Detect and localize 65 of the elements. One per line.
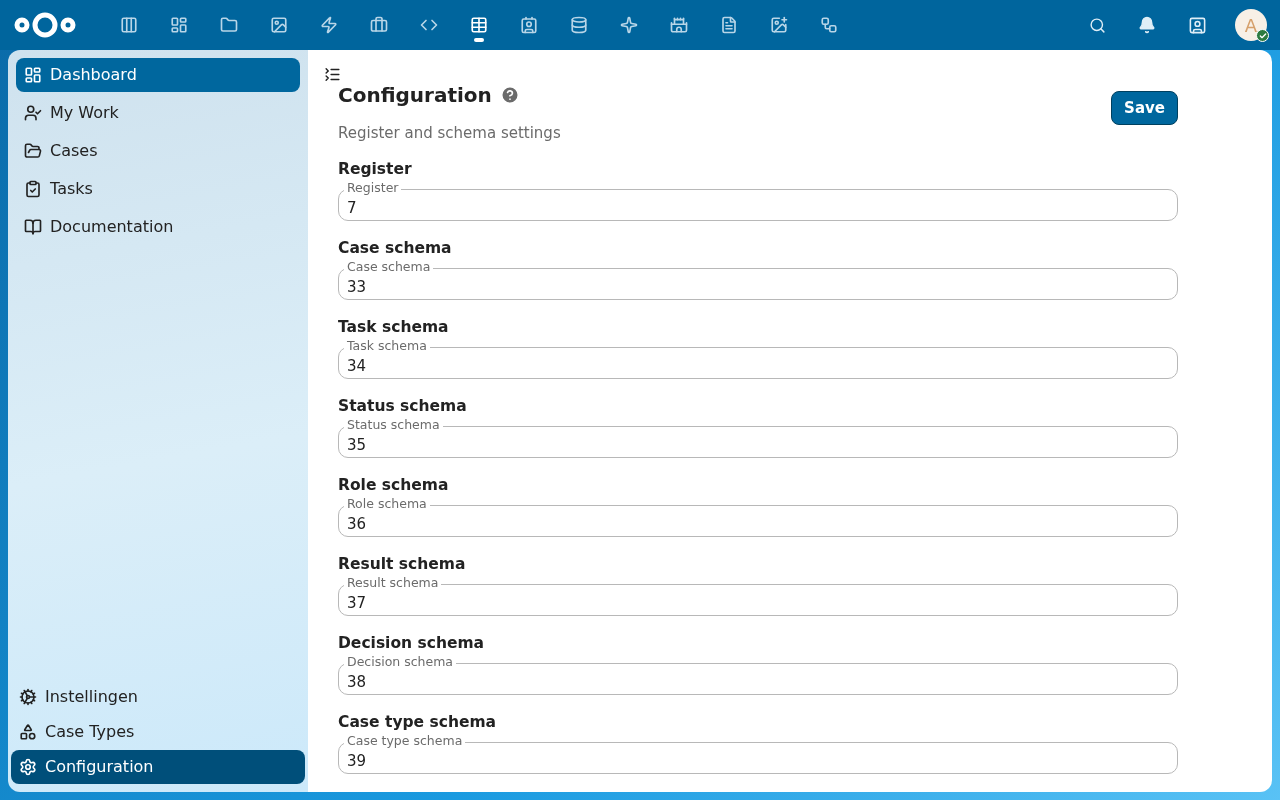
flow-icon [820,16,838,34]
field-value: 37 [347,593,367,612]
document-icon [720,16,738,34]
field-heading: Status schema [338,395,468,416]
floating-label: Result schema [344,574,442,590]
field-value: 35 [347,435,367,454]
nav-item[interactable]: Cases [16,134,300,168]
field-value: 36 [347,514,367,533]
lightning-icon [320,16,338,34]
nav-item[interactable]: Configuration [11,750,305,784]
floating-label: Register [344,179,402,195]
contacts-icon [520,16,538,34]
folder-icon [24,142,42,160]
field-value: 38 [347,672,367,691]
settings-icon [19,758,37,776]
collapse-icon [324,66,341,83]
logo [14,11,76,39]
field-value: 39 [347,751,367,770]
field-heading: Decision schema [338,632,486,653]
floating-label: Case schema [344,258,434,274]
book-icon [24,218,42,236]
search-icon [1088,16,1106,34]
page-title: Configuration [338,82,492,108]
floating-label: Decision schema [344,653,457,669]
help-icon [499,85,520,105]
cog-icon [19,688,37,706]
nav-item[interactable]: Documentation [16,210,300,244]
field-heading: Register [338,158,413,179]
field-heading: Role schema [338,474,450,495]
field-heading: Result schema [338,553,467,574]
clipboard-check-icon [24,180,42,198]
save-button[interactable]: Save [1111,91,1178,125]
shapes-icon [19,723,37,741]
dashboard-icon [24,66,42,84]
database-icon [570,16,588,34]
sparkle-icon [620,16,638,34]
floating-label: Role schema [344,495,430,511]
nav-item[interactable]: Dashboard [16,58,300,92]
image-icon [770,16,788,34]
floating-label: Case type schema [344,732,466,748]
floating-label: Status schema [344,416,443,432]
active-indicator [474,38,484,42]
floating-label: Task schema [344,337,430,353]
contact-card-icon [1187,15,1207,35]
nav-item[interactable]: Instellingen [11,680,305,714]
nav-item[interactable]: My Work [16,96,300,130]
field-value: 34 [347,356,367,375]
briefcase-icon [370,16,388,34]
collapse-sidebar-button[interactable] [324,66,341,83]
columns-icon [120,16,138,34]
folder-icon [220,16,238,34]
castle-icon [670,16,688,34]
field-heading: Case type schema [338,711,498,732]
nav-item[interactable]: Tasks [16,172,300,206]
field-heading: Task schema [338,316,450,337]
field-heading: Case schema [338,237,453,258]
bell-icon [1138,16,1156,34]
table-icon [470,16,488,34]
page-subtitle: Register and schema settings [338,123,561,144]
field-value: 7 [347,198,357,217]
dashboard-icon [170,16,188,34]
image-icon [270,16,288,34]
user-check-icon [24,104,42,122]
nav-item[interactable]: Case Types [11,715,305,749]
field-value: 33 [347,277,367,296]
